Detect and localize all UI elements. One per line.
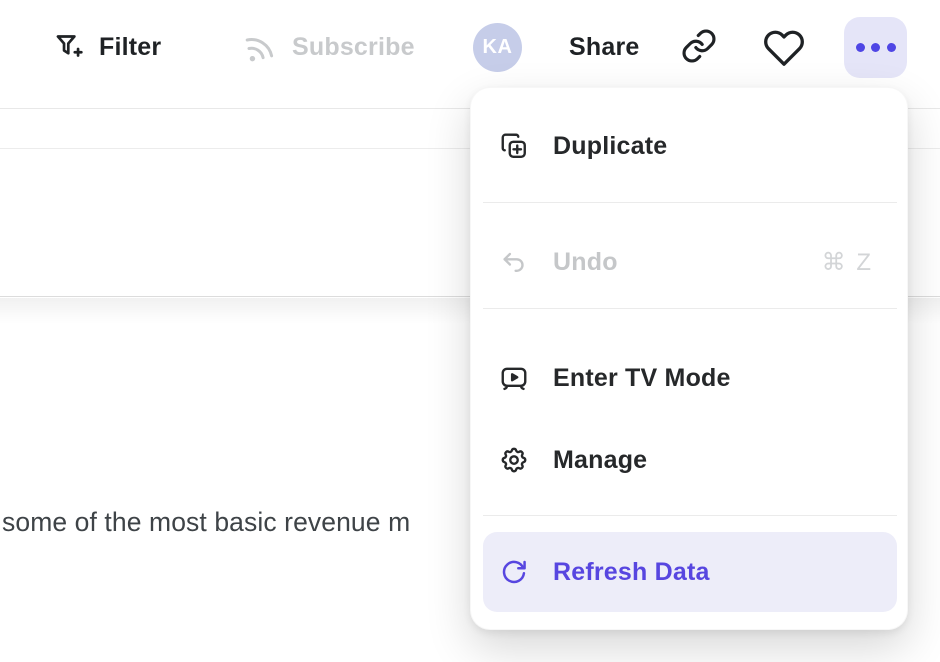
menu-item-manage[interactable]: Manage: [471, 431, 909, 489]
filter-plus-icon: [52, 30, 86, 64]
menu-item-duplicate[interactable]: Duplicate: [471, 117, 909, 175]
menu-item-refresh-data[interactable]: Refresh Data: [483, 532, 897, 612]
share-button[interactable]: Share: [569, 23, 639, 71]
copy-link-button[interactable]: [680, 27, 718, 68]
filter-label: Filter: [99, 33, 161, 62]
menu-item-label: Refresh Data: [553, 558, 710, 587]
subscribe-label: Subscribe: [292, 33, 415, 62]
overflow-dropdown-menu: Duplicate Undo ⌘ Z: [470, 87, 908, 630]
menu-item-label: Duplicate: [553, 132, 667, 161]
filter-button[interactable]: Filter: [52, 23, 161, 71]
rss-icon: [237, 24, 282, 69]
subscribe-button[interactable]: Subscribe: [241, 23, 415, 71]
menu-divider: [483, 515, 897, 516]
menu-item-enter-tv-mode[interactable]: Enter TV Mode: [471, 349, 909, 407]
app-window: some of the most basic revenue m Filter …: [0, 0, 940, 662]
undo-icon: [499, 247, 529, 277]
undo-shortcut: ⌘ Z: [822, 248, 873, 277]
ellipsis-icon: [856, 43, 865, 52]
more-options-button[interactable]: [844, 17, 907, 78]
menu-item-undo: Undo ⌘ Z: [471, 233, 909, 291]
menu-divider: [483, 202, 897, 203]
link-icon: [680, 27, 718, 65]
duplicate-icon: [499, 131, 529, 161]
share-label: Share: [569, 33, 639, 62]
gear-icon: [499, 445, 529, 475]
tv-mode-icon: [499, 363, 529, 393]
menu-divider: [483, 308, 897, 309]
menu-item-label: Manage: [553, 446, 647, 475]
favorite-button[interactable]: [763, 27, 805, 72]
menu-item-label: Enter TV Mode: [553, 364, 731, 393]
menu-item-label: Undo: [553, 248, 618, 277]
refresh-icon: [499, 557, 529, 587]
avatar[interactable]: KA: [473, 23, 522, 72]
heart-icon: [763, 27, 805, 69]
